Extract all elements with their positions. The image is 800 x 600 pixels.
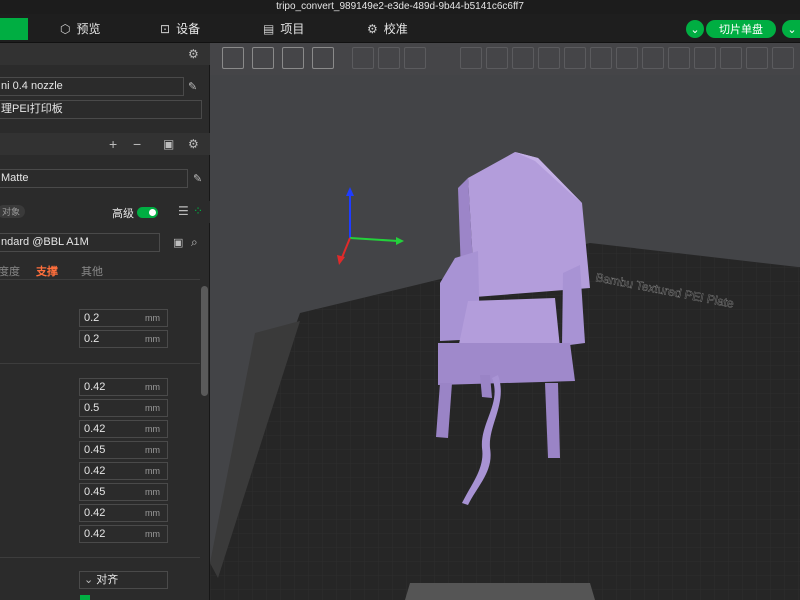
add-icon[interactable]: + [109,137,117,151]
chevron-down-icon: ⌄ [84,574,94,586]
setting-value-field[interactable]: 0.2 mm [79,330,168,348]
search-icon[interactable]: ⌕ [191,235,198,249]
save-icon[interactable]: ▣ [173,236,183,250]
z-axis-arrow [346,187,354,196]
chevron-down-icon: ⌄ [690,23,700,36]
tab-others[interactable]: 其他 [81,263,103,279]
edit-icon[interactable]: ✎ [193,172,202,186]
tab-project[interactable]: ▤ 项目 [263,14,304,43]
setting-value-field[interactable]: 0.42 mm [79,525,168,543]
remove-icon[interactable]: − [133,137,141,151]
project-icon: ▤ [263,21,275,36]
plate-bottom-tab [405,583,595,600]
device-icon: ⊡ [160,21,171,36]
filament-settings-icon[interactable]: ▣ [163,137,174,151]
process-section-header: 对象 高级 ☰ ⁘ [0,201,210,223]
x-axis-arrow [396,237,404,245]
setting-value-field[interactable]: 0.42 mm [79,462,168,480]
tab-preview-label: 预览 [76,22,101,36]
scene-canvas: Bambu Textured PEI Plate [210,152,800,600]
slice-options-dropdown[interactable]: ⌄ [686,20,704,38]
window-title: tripo_convert_989149e2-e3de-489d-9b44-b5… [0,0,800,14]
align-select-label: 对齐 [96,574,119,586]
group-divider [0,363,200,364]
setting-value-field[interactable]: 0.45 mm [79,441,168,459]
edit-icon[interactable]: ✎ [188,80,197,94]
group-divider [0,557,200,558]
tab-calibration[interactable]: ⚙ 校准 [367,14,408,43]
compare-icon[interactable]: ⁘ [193,204,203,218]
setting-value-field[interactable]: 0.5 mm [79,399,168,417]
cube-icon: ⬡ [60,21,71,36]
gear-icon[interactable]: ⚙ [188,137,199,151]
plate-type-select[interactable]: 理PEI打印板 [0,100,202,119]
tab-preview[interactable]: ⬡ 预览 [60,14,101,43]
sidebar-scrollbar[interactable] [201,286,208,396]
tab-support[interactable]: 支撑 [36,263,58,279]
settings-sidebar: ⚙ ni 0.4 nozzle ✎ 理PEI打印板 + − ▣ ⚙ Matte … [0,43,210,600]
tab-project-label: 项目 [280,22,305,36]
setting-value-field[interactable]: 0.42 mm [79,420,168,438]
filament-section-header: + − ▣ ⚙ [0,133,210,155]
setting-value-field[interactable]: 0.42 mm [79,378,168,396]
setting-value-field[interactable]: 0.42 mm [79,504,168,522]
y-axis-arrow [337,255,345,265]
export-options-dropdown[interactable]: ⌄ [782,20,800,38]
3d-viewport[interactable]: Bambu Textured PEI Plate [210,43,800,600]
tab-prepare[interactable] [0,18,28,40]
top-navigation-bar: ⬡ 预览 ⊡ 设备 ▤ 项目 ⚙ 校准 ⌄ 切片单盘 ⌄ [0,14,800,43]
tab-divider [0,279,200,280]
calibrate-icon: ⚙ [367,21,378,36]
filament-select[interactable]: Matte [0,169,188,188]
align-select[interactable]: ⌄ 对齐 [79,571,168,589]
setting-value-field[interactable]: 0.2 mm [79,309,168,327]
tab-device[interactable]: ⊡ 设备 [160,14,200,43]
chevron-down-icon: ⌄ [787,23,797,36]
slice-plate-button[interactable]: 切片单盘 [706,20,776,38]
tab-device-label: 设备 [176,22,201,36]
x-axis [349,237,399,242]
advanced-toggle[interactable] [137,207,158,218]
printer-section-header: ⚙ [0,43,210,65]
tab-calibration-label: 校准 [383,22,408,36]
list-icon[interactable]: ☰ [178,204,189,218]
setting-value-field[interactable]: 0.45 mm [79,483,168,501]
nozzle-select[interactable]: ni 0.4 nozzle [0,77,184,96]
gear-icon[interactable]: ⚙ [188,47,199,61]
object-tag[interactable]: 对象 [0,205,26,218]
tab-strength[interactable]: 度度 [0,263,20,279]
checkbox-checked[interactable] [80,595,90,600]
advanced-label: 高级 [112,208,134,220]
process-preset-select[interactable]: ndard @BBL A1M [0,233,160,252]
